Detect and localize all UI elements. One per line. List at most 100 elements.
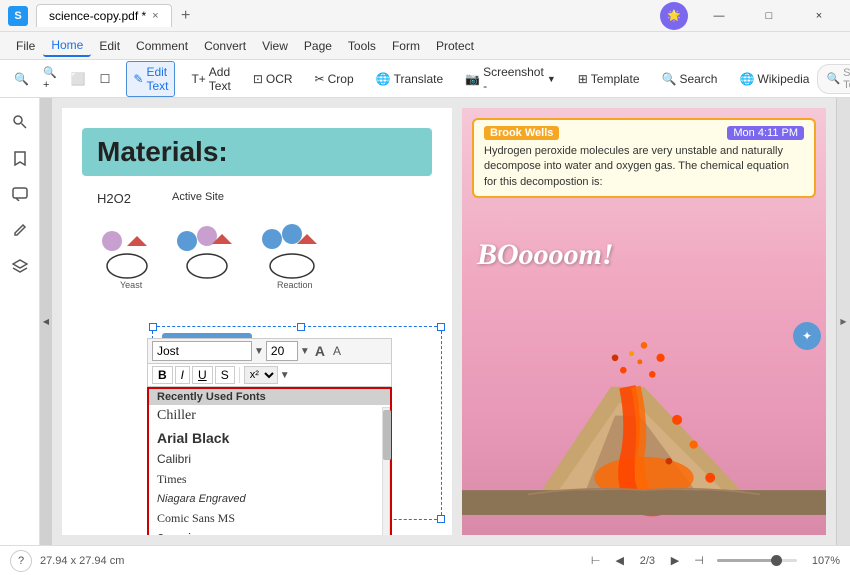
document-tab[interactable]: science-copy.pdf * × <box>36 4 172 27</box>
font-name-input[interactable] <box>152 341 252 361</box>
italic-btn[interactable]: I <box>175 366 190 384</box>
screenshot-btn[interactable]: 📷 Screenshot - ▼ <box>459 62 562 96</box>
zoom-out-icon: 🔍 <box>14 72 29 86</box>
maximize-btn[interactable]: □ <box>746 0 792 32</box>
template-label: Template <box>591 72 640 86</box>
select-icon: ☐ <box>100 72 111 86</box>
superscript-select[interactable]: x² <box>244 366 278 384</box>
wikipedia-btn[interactable]: 🌐 Wikipedia <box>733 69 815 89</box>
sidebar-icon-edit[interactable] <box>4 214 36 246</box>
right-panel-arrow: ▶ <box>840 317 846 326</box>
font-item-niagara[interactable]: Niagara Engraved <box>149 490 390 508</box>
avatar[interactable]: 🌟 <box>660 2 688 30</box>
resize-handle-tr[interactable] <box>437 323 445 331</box>
zoom-out-btn[interactable]: 🔍 <box>8 69 35 89</box>
materials-heading-text: Materials: <box>97 136 417 168</box>
format-sep <box>239 367 240 383</box>
crop-btn[interactable]: ✂ Crop <box>309 69 360 89</box>
font-item-arial-black[interactable]: Arial Black <box>149 427 390 449</box>
bold-btn[interactable]: B <box>152 366 173 384</box>
format-arrow[interactable]: ▼ <box>280 370 290 381</box>
svg-text:Yeast: Yeast <box>120 280 143 290</box>
decrease-font-btn[interactable]: A <box>330 344 344 358</box>
close-btn[interactable]: × <box>796 0 842 32</box>
zoom-in-btn[interactable]: 🔍+ <box>37 63 63 94</box>
new-tab-btn[interactable]: + <box>174 4 198 28</box>
add-text-label: Add Text <box>209 65 231 93</box>
page-indicator: 2/3 <box>634 555 661 567</box>
right-panel-toggle[interactable]: ▶ <box>836 98 850 545</box>
screenshot-arrow-icon: ▼ <box>547 74 556 84</box>
document-area: Materials: H2O2 Active Site Yeast <box>52 98 850 545</box>
last-page-btn[interactable]: ⊣ <box>689 551 709 571</box>
cursor-btn[interactable]: ⬜ <box>65 69 92 89</box>
font-dropdown-arrow[interactable]: ▼ <box>254 346 264 357</box>
scrollbar-thumb <box>383 410 391 460</box>
menu-protect[interactable]: Protect <box>428 36 482 56</box>
edit-text-icon: ✎ <box>133 72 143 86</box>
chat-header: Brook Wells Mon 4:11 PM <box>484 126 804 140</box>
float-icon-btn[interactable]: ✦ <box>793 322 821 350</box>
help-btn[interactable]: ? <box>10 550 32 572</box>
add-text-btn[interactable]: T+ Add Text <box>185 62 236 96</box>
menu-convert[interactable]: Convert <box>196 36 254 56</box>
underline-btn[interactable]: U <box>192 366 213 384</box>
sidebar-icon-bookmark[interactable] <box>4 142 36 174</box>
tab-close-btn[interactable]: × <box>152 10 158 22</box>
font-size-input[interactable] <box>266 341 298 361</box>
font-item-calibri[interactable]: Calibri <box>149 449 390 469</box>
font-list: Recently Used Fonts Chiller Arial Black … <box>147 387 392 535</box>
sidebar-icon-layers[interactable] <box>4 250 36 282</box>
menu-tools[interactable]: Tools <box>340 36 384 56</box>
prev-page-btn[interactable]: ◀ <box>610 551 630 571</box>
svg-text:Reaction: Reaction <box>277 280 313 290</box>
translate-btn[interactable]: 🌐 Translate <box>370 69 450 89</box>
page-collapse-btn[interactable]: ◀ <box>40 98 52 545</box>
font-item-comic-sans[interactable]: Comic Sans MS <box>149 508 390 529</box>
menu-edit[interactable]: Edit <box>91 36 128 56</box>
search-tools-box[interactable]: 🔍 Search Tools <box>817 64 850 94</box>
menu-comment[interactable]: Comment <box>128 36 196 56</box>
volcano-svg <box>462 255 826 535</box>
screenshot-icon: 📷 <box>465 72 480 86</box>
menu-file[interactable]: File <box>8 36 43 56</box>
search-tools-placeholder: Search Tools <box>843 67 850 91</box>
strikethrough-btn[interactable]: S <box>215 366 235 384</box>
menubar: File Home Edit Comment Convert View Page… <box>0 32 850 60</box>
dimensions-text: 27.94 x 27.94 cm <box>40 555 124 567</box>
float-icon: ✦ <box>802 329 812 343</box>
sidebar-icon-comment[interactable] <box>4 178 36 210</box>
template-btn[interactable]: ⊞ Template <box>572 69 646 89</box>
ocr-icon: ⊡ <box>253 72 263 86</box>
menu-view[interactable]: View <box>254 36 296 56</box>
increase-font-btn[interactable]: A <box>312 343 328 359</box>
edit-text-label: Edit Text <box>146 65 168 93</box>
ocr-btn[interactable]: ⊡ OCR <box>247 69 299 89</box>
minimize-btn[interactable]: — <box>696 0 742 32</box>
materials-section: Materials: <box>82 128 432 176</box>
first-page-btn[interactable]: ⊢ <box>586 551 606 571</box>
search-tools-icon: 🔍 <box>826 72 840 85</box>
font-dropdown-container: ▼ ▼ A A B I U S x² ▼ <box>147 338 392 535</box>
menu-page[interactable]: Page <box>296 36 340 56</box>
font-size-arrow[interactable]: ▼ <box>300 346 310 357</box>
wikipedia-label: Wikipedia <box>757 72 809 86</box>
search-btn[interactable]: 🔍 Search <box>656 69 724 89</box>
next-page-btn[interactable]: ▶ <box>665 551 685 571</box>
sidebar-icon-zoom[interactable] <box>4 106 36 138</box>
font-item-chiller[interactable]: Chiller <box>149 405 390 427</box>
translate-icon: 🌐 <box>376 72 391 86</box>
chat-name: Brook Wells <box>484 126 559 140</box>
resize-handle-br[interactable] <box>437 515 445 523</box>
font-item-times[interactable]: Times <box>149 469 390 490</box>
zoom-slider[interactable] <box>717 559 797 562</box>
tab-area: science-copy.pdf * × + <box>36 4 660 28</box>
font-item-courier[interactable]: Courier <box>149 529 390 535</box>
menu-form[interactable]: Form <box>384 36 428 56</box>
font-list-scrollbar[interactable] <box>382 407 390 535</box>
edit-text-btn[interactable]: ✎ Edit Text <box>126 61 175 97</box>
menu-home[interactable]: Home <box>43 35 91 57</box>
search-icon: 🔍 <box>662 72 677 86</box>
select-btn[interactable]: ☐ <box>94 69 117 89</box>
titlebar: S science-copy.pdf * × + 🌟 — □ × <box>0 0 850 32</box>
